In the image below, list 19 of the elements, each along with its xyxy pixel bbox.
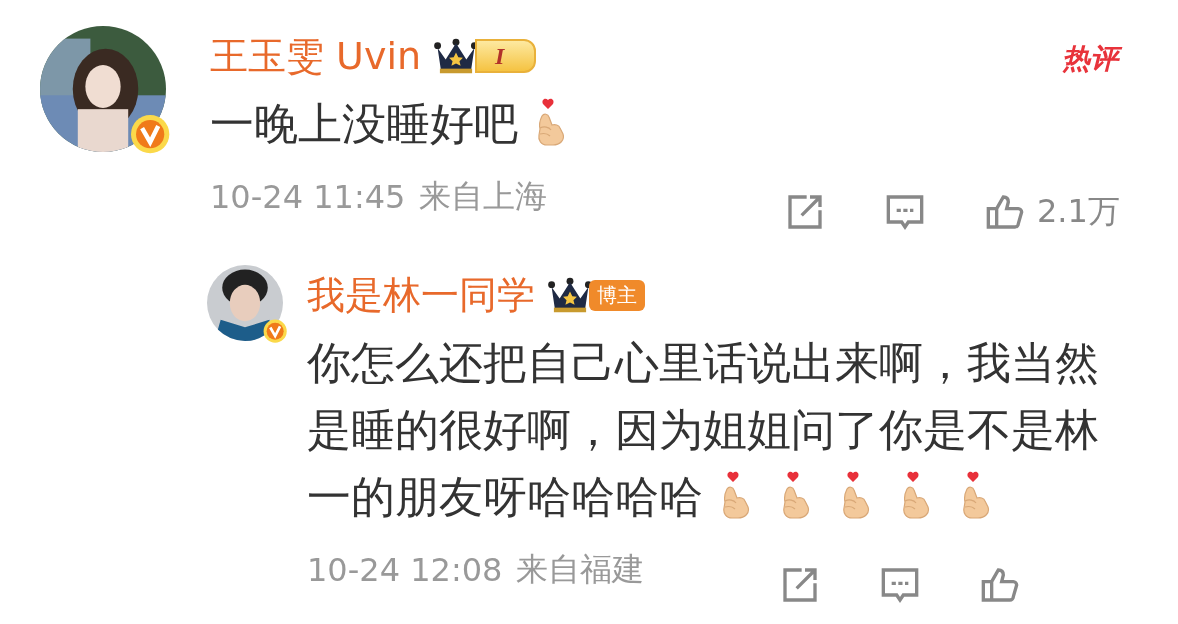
role-badge: 博主 — [589, 279, 645, 311]
like-icon[interactable] — [985, 192, 1025, 232]
comment-text: 一晚上没睡好吧 — [210, 90, 578, 157]
share-icon[interactable] — [785, 192, 825, 232]
comment-icon[interactable] — [880, 565, 920, 605]
level-badge: I — [475, 39, 537, 73]
hot-comment-label: 热评 — [1060, 40, 1124, 80]
comment-time: 10-24 12:08 — [307, 551, 503, 589]
comment-icon[interactable] — [885, 192, 925, 232]
comment-time: 10-24 11:45 — [210, 178, 406, 216]
comment-text: 你怎么还把自己心里话说出来啊，我当然是睡的很好啊，因为姐姐问了你是不是林一的朋友呀哈哈哈哈 — [307, 336, 1100, 524]
share-icon[interactable] — [780, 565, 820, 605]
comment-location: 来自上海 — [419, 176, 548, 217]
like-icon[interactable] — [980, 565, 1020, 605]
user-name[interactable]: 我是林一同学 — [307, 269, 535, 321]
crown-icon — [547, 277, 593, 313]
comment-location: 来自福建 — [516, 549, 645, 590]
user-name[interactable]: 王玉雯 Uvin — [210, 30, 422, 82]
like-count: 2.1万 — [1037, 191, 1120, 232]
